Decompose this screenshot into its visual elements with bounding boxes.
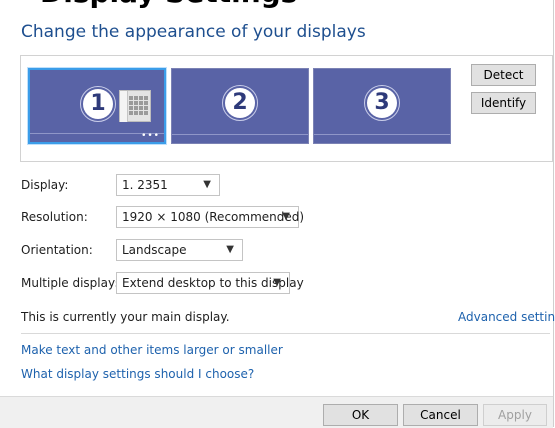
chevron-down-icon: ▼ (203, 179, 211, 190)
chevron-down-icon: ▼ (226, 244, 234, 255)
display-label: Display: (21, 178, 69, 192)
orientation-select[interactable]: Landscape ▼ (116, 239, 243, 261)
orientation-select-value: Landscape (122, 243, 187, 257)
dialog-button-bar: OK Cancel Apply (0, 396, 553, 428)
display-help-link[interactable]: What display settings should I choose? (21, 367, 254, 381)
multiple-displays-select[interactable]: Extend desktop to this display ▼ (116, 272, 304, 294)
monitor-1[interactable]: 1 ••• (28, 68, 166, 144)
main-display-info: This is currently your main display. (21, 310, 230, 324)
chevron-down-icon: ▼ (273, 277, 281, 288)
ok-button[interactable]: OK (323, 404, 398, 426)
divider (21, 333, 550, 334)
monitor-number-badge: 1 (83, 89, 113, 119)
monitor-number-badge: 2 (225, 88, 255, 118)
text-size-link[interactable]: Make text and other items larger or smal… (21, 343, 283, 357)
taskbar-line (172, 134, 308, 135)
cancel-button[interactable]: Cancel (403, 404, 478, 426)
taskbar-line (314, 134, 450, 135)
monitor-3[interactable]: 3 (313, 68, 451, 144)
identify-button[interactable]: Identify (471, 92, 536, 114)
apply-button[interactable]: Apply (483, 404, 547, 426)
display-arrangement-preview: 1 ••• 2 3 Detect Identify (20, 55, 553, 162)
detect-button[interactable]: Detect (471, 64, 536, 86)
monitor-2[interactable]: 2 (171, 68, 309, 144)
resolution-label: Resolution: (21, 210, 88, 224)
page-title: Change the appearance of your displays (21, 22, 366, 42)
resolution-select-value: 1920 × 1080 (Recommended) (122, 210, 305, 224)
more-dots: ••• (141, 131, 160, 141)
chevron-down-icon: ▼ (282, 211, 290, 222)
display-select[interactable]: 1. 2351 ▼ (116, 174, 220, 196)
display-settings-icon (119, 90, 151, 122)
orientation-label: Orientation: (21, 243, 93, 257)
window-title-clipped: Display Settings (40, 0, 297, 9)
window-border-right (553, 0, 554, 427)
monitor-number-badge: 3 (367, 88, 397, 118)
resolution-select[interactable]: 1920 × 1080 (Recommended) ▼ (116, 206, 304, 228)
display-select-value: 1. 2351 (122, 178, 168, 192)
advanced-settings-link[interactable]: Advanced settings (458, 310, 555, 324)
multiple-displays-label: Multiple displays: (21, 276, 126, 290)
